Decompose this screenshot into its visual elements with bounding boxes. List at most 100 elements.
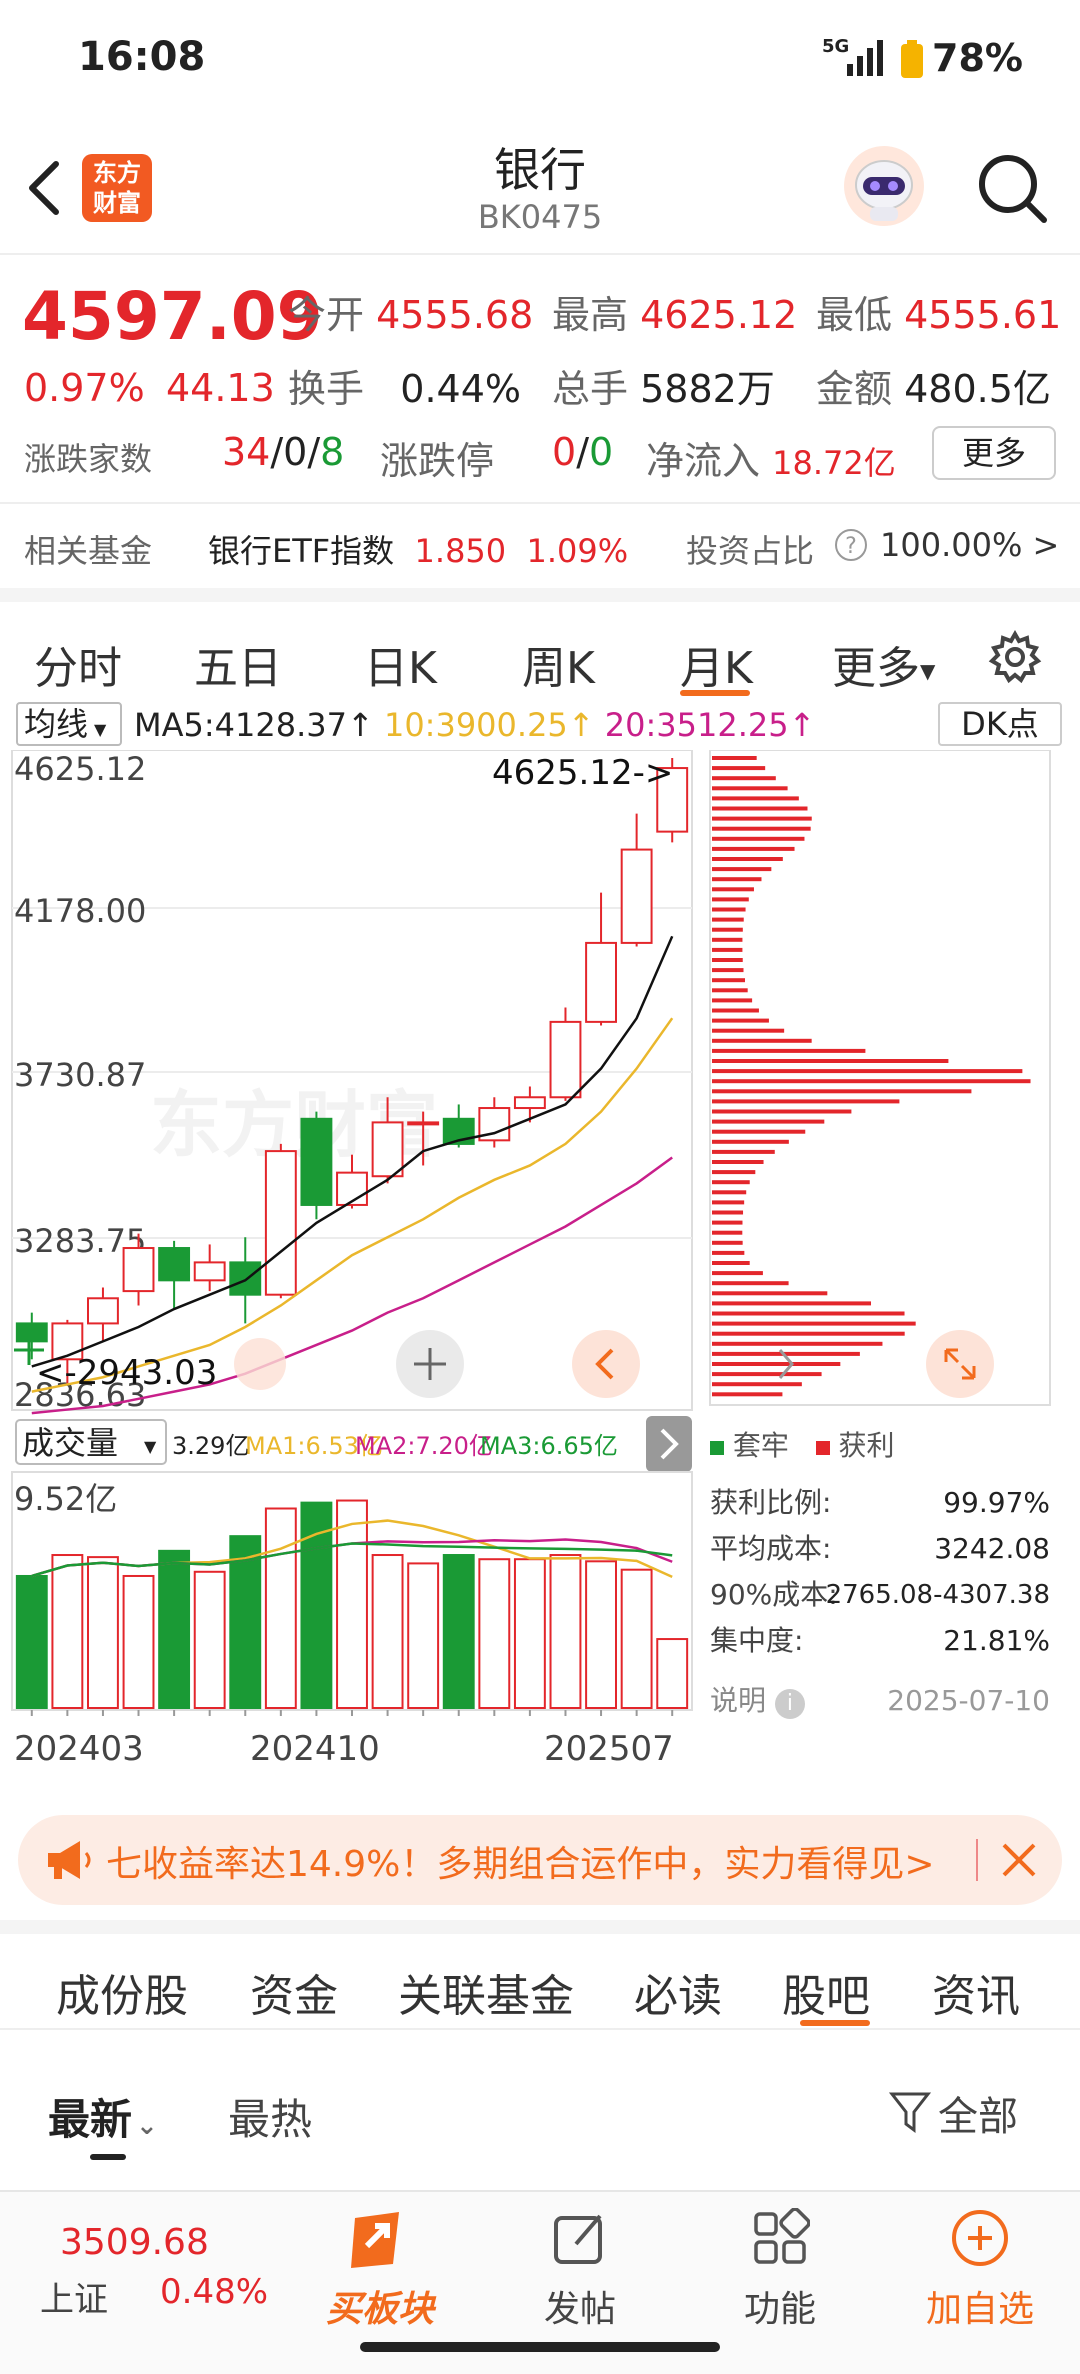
ma20-value: 20:3512.25 xyxy=(604,706,789,744)
chip-bar xyxy=(712,1230,743,1235)
volume-bar xyxy=(407,1562,440,1709)
ma-select[interactable]: 均线 ▼ xyxy=(16,702,122,746)
promo-ticker[interactable]: 七收益率达14.9%！多期组合运作中，实力看得见> xyxy=(18,1815,1062,1905)
functions-label: 功能 xyxy=(743,2289,816,2330)
index-quote[interactable]: 3509.68 上证 0.48% xyxy=(20,2192,268,2332)
chip-bar xyxy=(712,937,743,942)
price-tick-1: 4625.12 xyxy=(14,750,146,788)
tab-more[interactable]: 更多▼ xyxy=(832,632,935,696)
tab-funds[interactable]: 资金 xyxy=(250,1960,338,2024)
content-tab-indicator xyxy=(800,2020,870,2026)
volume-bar xyxy=(585,1560,617,1710)
expand-icon[interactable] xyxy=(926,1330,994,1398)
candle-body xyxy=(193,1261,226,1282)
index-name: 上证 xyxy=(40,2280,108,2320)
tab-5day[interactable]: 五日 xyxy=(194,632,282,696)
info-icon: i xyxy=(774,1689,805,1719)
post-button[interactable]: 发帖 xyxy=(500,2192,660,2332)
volume-bar xyxy=(15,1574,48,1710)
low-value: 4555.61 xyxy=(904,293,1062,337)
sort-latest[interactable]: 最新 ⌄ xyxy=(48,2086,158,2147)
index-value: 3509.68 xyxy=(60,2222,209,2263)
legend-profit-swatch xyxy=(815,1441,830,1455)
status-bar: 16:08 5G 78% xyxy=(0,0,1080,120)
content-tabs: 成份股 资金 关联基金 必读 股吧 资讯 xyxy=(0,1920,1080,2030)
battery-percent: 78% xyxy=(932,36,1023,80)
volume-label: 总手 xyxy=(552,367,629,411)
crosshair-button[interactable] xyxy=(396,1330,464,1398)
search-icon[interactable] xyxy=(974,150,1050,226)
filter-button[interactable]: 全部 xyxy=(888,2084,1018,2144)
tab-weekly[interactable]: 周K xyxy=(522,632,595,696)
open-stat: 今开 4555.68 xyxy=(288,284,533,339)
last-price: 4597.09 xyxy=(22,278,323,355)
chip-row: 90%成本: 2765.08-4307.38 xyxy=(710,1572,1050,1618)
add-watchlist-button[interactable]: 加自选 xyxy=(900,2192,1060,2332)
tab-more-label: 更多 xyxy=(832,643,920,694)
turnover-value: 0.44% xyxy=(400,367,521,411)
ticker-text: 七收益率达14.9%！多期组合运作中，实力看得见> xyxy=(106,1844,935,1885)
ratio-value[interactable]: 100.00% > xyxy=(880,526,1059,564)
dk-point-button[interactable]: DK点 xyxy=(938,702,1062,746)
chip-row: 集中度: 21.81% xyxy=(710,1618,1050,1664)
help-icon[interactable]: ? xyxy=(834,528,868,562)
sort-hot[interactable]: 最热 xyxy=(228,2086,312,2147)
high-marker: 4625.12-> xyxy=(492,753,673,793)
change-amount: 44.13 xyxy=(166,366,275,410)
vol-ma2: MA2:7.20亿 xyxy=(355,1432,493,1460)
filter-label: 全部 xyxy=(938,2094,1018,2140)
forum-sort-tabs: 最新 ⌄ 最热 全部 xyxy=(0,2030,1080,2190)
chip-date: 2025-07-10 xyxy=(887,1684,1050,1717)
breadth-sep-2: / xyxy=(307,430,321,474)
chip-stats: 套牢 获利 xyxy=(710,1424,1050,1464)
chip-bar xyxy=(712,1190,747,1195)
high-label: 最高 xyxy=(552,293,629,337)
chip-bar xyxy=(712,907,746,912)
tab-daily[interactable]: 日K xyxy=(364,632,437,696)
buy-board-button[interactable]: 买板块 xyxy=(300,2192,460,2332)
tab-intraday[interactable]: 分时 xyxy=(34,632,122,696)
candle-body xyxy=(585,941,617,1023)
related-fund-link[interactable]: 银行ETF指数 1.850 1.09% xyxy=(208,526,628,572)
chip-distribution-bars xyxy=(712,756,1031,1397)
vol-ma3: MA3:6.65亿 xyxy=(480,1432,618,1460)
chip-bar xyxy=(712,1392,783,1397)
volume-bar xyxy=(656,1638,689,1710)
breadth-sep-1: / xyxy=(270,430,284,474)
tab-forum[interactable]: 股吧 xyxy=(782,1960,870,2024)
buy-board-label: 买板块 xyxy=(325,2289,434,2330)
settings-gear-icon[interactable] xyxy=(988,629,1042,684)
amount-stat: 金额 480.5亿 xyxy=(816,358,1051,413)
legend-trap: 套牢 xyxy=(732,1429,789,1462)
chip-bar xyxy=(712,1382,802,1387)
low-label: 最低 xyxy=(816,293,893,337)
tab-related-funds[interactable]: 关联基金 xyxy=(398,1960,574,2024)
fund-price: 1.850 xyxy=(414,532,507,570)
tab-constituents[interactable]: 成份股 xyxy=(56,1960,188,2024)
chart-back-button[interactable] xyxy=(572,1330,640,1398)
megaphone-icon xyxy=(44,1839,96,1881)
more-button[interactable]: 更多 xyxy=(932,426,1056,480)
chip-row: 平均成本: 3242.08 xyxy=(710,1526,1050,1572)
chart-prev-button[interactable] xyxy=(234,1338,286,1390)
svg-text:?: ? xyxy=(845,534,857,559)
chip-bar xyxy=(712,796,799,801)
tab-news[interactable]: 资讯 xyxy=(932,1960,1020,2024)
volume-dropdown-icon: ▼ xyxy=(144,1437,157,1456)
chip-bar xyxy=(712,1261,750,1265)
battery-icon xyxy=(901,40,923,78)
ma5-value: MA5:4128.37 xyxy=(134,706,347,744)
close-icon[interactable] xyxy=(1000,1841,1038,1879)
low-stat: 最低 4555.61 xyxy=(816,284,1061,339)
active-tab-indicator xyxy=(680,690,750,696)
volume-expand-button[interactable] xyxy=(646,1416,692,1472)
tab-must-read[interactable]: 必读 xyxy=(634,1960,722,2024)
chip-bar xyxy=(712,1291,828,1296)
chip-bar xyxy=(712,1149,775,1154)
tab-monthly[interactable]: 月K xyxy=(680,632,753,696)
candle-body xyxy=(264,1150,297,1296)
functions-button[interactable]: 功能 xyxy=(700,2192,860,2332)
candle-body xyxy=(513,1096,546,1110)
chip-note-row[interactable]: 说明 i 2025-07-10 xyxy=(710,1664,1050,1724)
robot-assistant-icon[interactable] xyxy=(843,145,925,227)
